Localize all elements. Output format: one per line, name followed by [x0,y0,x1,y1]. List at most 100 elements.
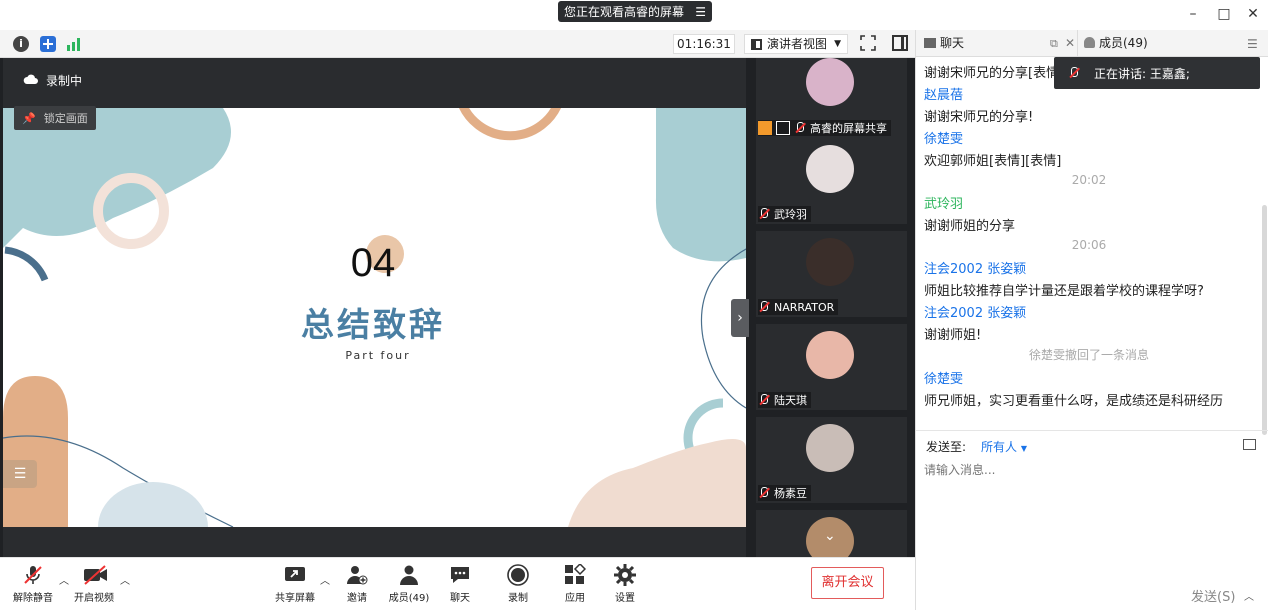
shield-icon[interactable] [40,36,56,52]
participant-name-tag: NARRATOR [758,299,839,315]
participant-name-tag: 杨素豆 [758,485,811,501]
signal-icon[interactable] [66,36,82,52]
message-sender[interactable]: 徐楚雯 [924,368,963,387]
apps-label: 应用 [565,593,585,604]
chevron-down-icon: ▼ [1020,444,1027,453]
slide-subtitle: Part four [345,349,411,362]
sidebar-toggle-icon[interactable] [892,35,908,51]
close-icon[interactable]: ✕ [1245,6,1261,22]
fullscreen-icon[interactable] [860,35,876,51]
message-sender[interactable]: 注会2002 张姿颖 [924,302,1026,321]
unmute-button[interactable]: 解除静音 [12,564,54,604]
view-mode-dropdown[interactable]: 演讲者视图 ▼ [744,34,848,54]
mic-off-icon [758,208,770,220]
start-video-button[interactable]: 开启视频 [73,564,115,604]
send-button[interactable]: 发送(S) [1191,586,1235,605]
window-controls: – □ ✕ [915,0,1268,30]
share-screen-icon [284,564,306,586]
apps-icon [564,562,587,586]
lock-view-button[interactable]: 📌 锁定画面 [14,106,96,130]
share-screen-button[interactable]: 共享屏幕 [274,564,316,604]
members-icon [398,564,420,586]
chat-panel: 聊天 ⧉ ✕ 成员(49) ☰ 谢谢宋师兄的分享[表情 赵晨蓓 谢谢宋师兄的分享… [915,30,1268,610]
tab-chat-label: 聊天 [940,36,965,50]
chevron-down-icon: ▼ [834,39,841,49]
message-sender[interactable]: 注会2002 张姿颖 [924,258,1026,277]
settings-button[interactable]: 设置 [613,564,637,604]
popout-icon[interactable]: ⧉ [1050,30,1058,57]
share-screen-label: 共享屏幕 [275,593,315,604]
menu-icon[interactable]: ☰ [1247,37,1258,51]
invite-label: 邀请 [347,593,367,604]
avatar [806,331,854,379]
tab-divider [1077,30,1078,57]
message-input[interactable] [924,460,1254,480]
mic-icon [1068,67,1080,79]
record-label: 录制 [508,593,528,604]
scroll-down-icon[interactable]: ⌄ [824,528,836,544]
minimize-icon[interactable]: – [1185,6,1201,22]
maximize-icon[interactable]: □ [1216,6,1232,22]
message-text: 师姐比较推荐自学计量还是跟着学校的课程学呀? [924,284,1204,299]
participant-name-tag: 武玲羽 [758,206,811,222]
chevron-up-icon[interactable]: ︿ [59,572,69,587]
message-sender[interactable]: 武玲羽 [924,193,963,212]
message-sender[interactable]: 徐楚雯 [924,128,963,147]
menu-icon[interactable]: ☰ [695,5,706,19]
meeting-timer: 01:16:31 [673,34,735,54]
avatar [806,58,854,106]
gear-icon [614,564,636,586]
collapse-strip-button[interactable]: › [731,299,749,337]
participant-tile[interactable]: 杨素豆 [756,417,907,503]
tab-members[interactable]: 成员(49) [1084,30,1148,57]
chevron-up-icon[interactable]: ︿ [1244,588,1254,603]
members-icon [1084,37,1095,48]
cloud-icon [23,74,38,84]
members-button[interactable]: 成员(49) [388,564,430,604]
slide-title: 总结致辞 [301,305,445,344]
mic-off-icon [22,564,44,586]
participant-tile[interactable]: ⌄ [756,510,907,557]
send-to-value: 所有人 [981,440,1018,454]
participant-tile[interactable]: 高睿的屏幕共享 [756,58,907,138]
message-text: 谢谢宋师兄的分享[表情 [924,66,1060,81]
host-icon [758,121,772,135]
chevron-up-icon[interactable]: ︿ [120,572,130,587]
control-bar: 解除静音 ︿ 开启视频 ︿ 共享屏幕 ︿ 邀请 成员(49) 聊天 录制 应用 … [0,557,915,610]
apps-button[interactable]: 应用 [563,562,587,604]
slide-bottom-bar [3,527,746,557]
start-video-label: 开启视频 [74,593,114,604]
close-icon[interactable]: ✕ [1065,30,1075,57]
members-label: 成员(49) [388,593,430,604]
message-time: 20:02 [1071,173,1107,187]
chat-button[interactable]: 聊天 [448,564,472,604]
chat-scrollbar[interactable] [1262,205,1267,435]
speaking-indicator: 正在讲话: 王嘉鑫; [1054,57,1260,89]
tab-chat[interactable]: 聊天 ⧉ ✕ [924,30,1075,57]
share-banner-text: 您正在观看高睿的屏幕 [564,5,685,19]
recall-notice: 徐楚雯撤回了一条消息 [1028,348,1149,362]
leave-meeting-button[interactable]: 离开会议 [811,567,884,599]
image-icon[interactable] [1243,439,1256,450]
title-bar [0,0,915,30]
record-button[interactable]: 录制 [506,564,530,604]
chevron-up-icon[interactable]: ︿ [320,572,330,587]
send-to-dropdown[interactable]: 所有人 ▼ [981,438,1027,455]
invite-button[interactable]: 邀请 [344,564,370,604]
info-icon[interactable]: i [13,36,29,52]
view-mode-label: 演讲者视图 [767,37,828,51]
share-banner[interactable]: 您正在观看高睿的屏幕 ☰ [558,1,712,22]
participant-tile[interactable]: 陆天琪 [756,324,907,410]
participant-tile[interactable]: NARRATOR [756,231,907,317]
mic-off-icon [758,394,770,406]
mic-off-icon [794,122,806,134]
message-sender[interactable]: 赵晨蓓 [924,84,963,103]
speaker-view-icon [751,39,762,50]
mic-off-icon [758,487,770,499]
panel-tabs: 聊天 ⧉ ✕ 成员(49) ☰ [916,30,1268,57]
unmute-label: 解除静音 [13,593,53,604]
slide-outline-icon[interactable]: ☰ [3,460,37,488]
pin-icon: 📌 [22,111,36,125]
message-text: 师兄师姐，实习更看重什么呀，是成绩还是科研经历 [924,394,1224,409]
participant-tile[interactable]: 武玲羽 [756,138,907,224]
